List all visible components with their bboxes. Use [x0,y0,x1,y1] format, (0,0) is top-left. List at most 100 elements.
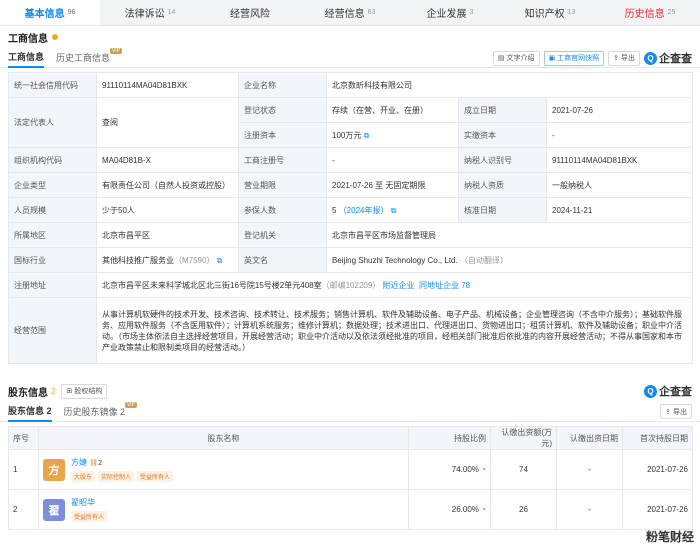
role-tag: 受益所有人 [71,511,108,522]
button-label: 股权结构 [74,388,103,395]
biz-reg-no-value: - [326,147,459,173]
chart-icon[interactable]: ◔ [481,465,486,474]
subtab-business-history[interactable]: 历史工商信息 VIP [56,47,123,68]
button-label: 导出 [621,55,635,62]
equity-structure-button[interactable]: ⊞ 股权结构 [61,383,108,399]
address-value: 北京市昌平区未来科学城北区北三街16号院15号楼2单元408室 [102,280,322,290]
column-header[interactable]: 认缴出资额(万元) [490,426,557,450]
export-button[interactable]: ⇪ 导出 [608,50,640,66]
logo-text: 企查查 [659,53,692,65]
cell-label: 英文名 [238,247,327,273]
shareholder-cell: 翟 翟昭华 受益所有人 [38,489,409,530]
subtab-business-current[interactable]: 工商信息 [8,48,45,68]
biz-term-value: 2021-07-26 至 无固定期限 [326,172,459,198]
reg-authority-value: 北京市昌平区市场监督管理局 [325,222,694,248]
tab-risk[interactable]: 经营风险 [200,0,300,25]
cell-label: 纳税人资质 [458,172,547,198]
credit-code-value: 91110114MA04D81BXK [96,72,239,98]
business-scope-value: 从事计算机软硬件的技术开发、技术咨询、技术转让、技术服务；销售计算机、软件及辅助… [95,297,694,364]
table-header-row: 序号 股东名称 持股比例 认缴出资额(万元) 认缴出资日期 首次持股日期 [8,426,693,450]
tab-count: 96 [67,9,76,16]
tab-label: 法律诉讼 [124,9,165,20]
table-row: 统一社会信用代码 91110114MA04D81BXK 企业名称 北京数昕科技有… [8,72,694,98]
avatar: 方 [43,458,65,481]
column-header[interactable]: 首次持股日期 [622,426,693,450]
shareholder-table: 序号 股东名称 持股比例 认缴出资额(万元) 认缴出资日期 首次持股日期 1 方… [8,426,693,530]
official-snapshot-button[interactable]: ▣ 工商官网快照 [543,50,605,66]
shareholder-name-link[interactable]: 翟昭华 [71,497,110,508]
table-row: 1 方 方婕 ⛓2 大股东 实际控制人 受益所有人 74.00% ◔ 74 - 20… [8,449,693,490]
cell-label: 核准日期 [458,197,547,223]
vip-badge: VIP [124,401,138,408]
table-row: 组织机构代码 MA04D81B-X 工商注册号 - 纳税人识别号 9111011… [8,147,694,173]
ratio-cell: 26.00% ◔ [408,489,491,530]
hint-icon[interactable] [52,34,58,40]
business-info-table: 统一社会信用代码 91110114MA04D81BXK 企业名称 北京数昕科技有… [8,72,694,364]
top-nav: 基本信息 96 法律诉讼 14 经营风险 经营信息 63 企业发展 3 知识产权 13 历… [0,0,700,26]
subscribe-date-value: - [556,449,623,490]
export-icon: ⇪ [613,55,619,62]
document-icon: ▤ [497,55,505,62]
tab-development[interactable]: 企业发展 3 [400,0,500,25]
shareholder-subtabs: 股东信息 2 历史股东镜像 2 VIP ⇪ 导出 [0,401,700,422]
qichacha-logo: Q 企查查 [644,383,692,399]
cell-label: 参保人数 [238,197,327,223]
subtab-label: 历史工商信息 [56,53,111,63]
subscribe-date-value: - [556,489,623,530]
industry-cell: 其他科技推广服务业（M7590） ⧉ [96,247,239,273]
tab-history[interactable]: 历史信息 25 [600,0,700,25]
table-row: 2 翟 翟昭华 受益所有人 26.00% ◔ 26 - 2021-07-26 [8,489,693,530]
tab-legal[interactable]: 法律诉讼 14 [100,0,200,25]
legal-rep-link[interactable]: 查阅 [96,97,239,148]
reg-capital-cell: 100万元 ⧉ [326,122,459,148]
amount-value: 74 [490,449,557,490]
taxpayer-id-value: 91110114MA04D81BXK [545,147,694,173]
reg-status-value: 存续（在营、开业、在册） [326,97,459,123]
export-icon: ⇪ [665,408,671,416]
tab-label: 经营风险 [230,9,270,20]
cell-label: 人员规模 [8,197,97,223]
business-subtabs: 工商信息 历史工商信息 VIP ▤ 文字介绍 ▣ 工商官网快照 ⇪ 导出 Q 企查查 [0,47,700,68]
section-title: 工商信息 [8,33,48,45]
industry-code: （M7590） [174,255,215,265]
qichacha-logo: Q 企查查 [644,50,692,66]
button-label: 导出 [673,408,687,416]
chart-icon[interactable]: ◔ [481,505,486,514]
camera-icon: ▣ [548,55,556,62]
chart-icon[interactable]: ⧉ [364,131,370,140]
english-name-note: （自动翻译） [459,255,508,265]
paid-capital-value: - [545,122,694,148]
chart-icon[interactable]: ⧉ [391,206,397,215]
logo-text: 企查查 [659,386,692,398]
tab-label: 历史信息 [624,9,665,20]
table-row: 法定代表人 查阅 登记状态 存续（在营、开业、在册） 成立日期 2021-07-… [8,97,694,148]
shareholder-count: 2 [51,386,56,396]
column-header: 股东名称 [38,426,409,450]
staff-size-value: 少于50人 [96,197,239,223]
cell-label: 注册地址 [8,272,97,298]
subtab-shareholder-history[interactable]: 历史股东镜像 2 VIP [64,401,138,422]
tab-basic-info[interactable]: 基本信息 96 [0,0,100,25]
tab-operation[interactable]: 经营信息 63 [300,0,400,25]
column-header[interactable]: 持股比例 [408,426,491,450]
table-row: 国标行业 其他科技推广服务业（M7590） ⧉ 英文名 Beijing Shuz… [8,247,694,273]
row-number: 1 [8,449,39,490]
row-number: 2 [8,489,39,530]
text-intro-button[interactable]: ▤ 文字介绍 [492,50,540,66]
export-button[interactable]: ⇪ 导出 [660,404,692,419]
same-address-link[interactable]: 同地址企业 78 [419,281,470,290]
insured-year-link[interactable]: （2024年报） [339,206,389,215]
subtab-shareholder-current[interactable]: 股东信息 2 [8,402,52,422]
tab-ip[interactable]: 知识产权 13 [500,0,600,25]
chart-icon[interactable]: ⧉ [217,256,223,265]
cell-label: 实缴资本 [458,122,547,148]
shareholder-name-link[interactable]: 方婕 [71,458,87,467]
column-header[interactable]: 认缴出资日期 [556,426,623,450]
english-name-value: Beijing Shuzhi Technology Co., Ltd. [332,255,458,265]
shareholder-section-header: 股东信息 2 ⊞ 股权结构 Q 企查查 [0,380,700,402]
amount-value: 26 [490,489,557,530]
cell-label: 经营范围 [8,297,97,364]
nearby-link[interactable]: 附近企业 [383,281,415,290]
address-cell: 北京市昌平区未来科学城北区北三街16号院15号楼2单元408室（邮编102209… [95,272,694,298]
table-row: 经营范围 从事计算机软硬件的技术开发、技术咨询、技术转让、技术服务；销售计算机、… [8,297,694,364]
